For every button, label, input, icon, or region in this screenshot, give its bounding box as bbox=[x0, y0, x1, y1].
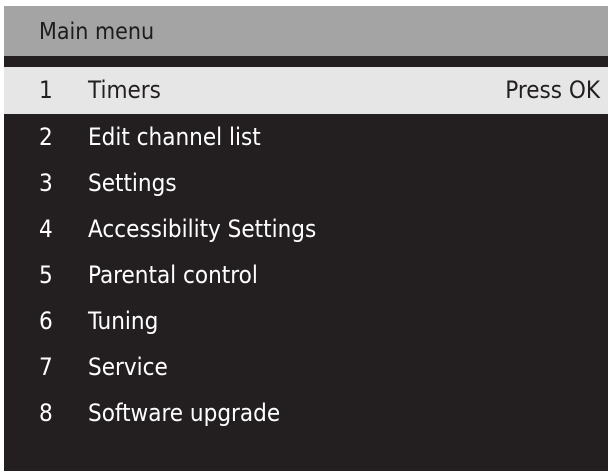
menu-item-label: Tuning bbox=[88, 307, 159, 335]
menu-item-number: 3 bbox=[39, 169, 53, 197]
menu-item-label: Edit channel list bbox=[88, 123, 261, 151]
menu-header: Main menu bbox=[4, 6, 608, 56]
menu-item-software-upgrade[interactable]: 8 Software upgrade bbox=[4, 390, 608, 436]
menu-item-tuning[interactable]: 6 Tuning bbox=[4, 298, 608, 344]
menu-item-number: 2 bbox=[39, 123, 53, 151]
menu-list: 1 Timers Press OK 2 Edit channel list 3 … bbox=[4, 67, 608, 436]
menu-item-number: 1 bbox=[39, 76, 53, 104]
menu-item-accessibility-settings[interactable]: 4 Accessibility Settings bbox=[4, 206, 608, 252]
menu-item-label: Timers bbox=[88, 76, 161, 104]
menu-item-number: 8 bbox=[39, 399, 53, 427]
menu-item-label: Accessibility Settings bbox=[88, 215, 317, 243]
press-ok-hint: Press OK bbox=[505, 76, 600, 104]
menu-item-number: 7 bbox=[39, 353, 53, 381]
main-menu-panel: Main menu 1 Timers Press OK 2 Edit chann… bbox=[4, 6, 608, 471]
menu-item-edit-channel-list[interactable]: 2 Edit channel list bbox=[4, 114, 608, 160]
menu-title: Main menu bbox=[39, 19, 155, 45]
menu-item-number: 4 bbox=[39, 215, 53, 243]
menu-item-timers[interactable]: 1 Timers Press OK bbox=[4, 67, 608, 114]
menu-item-label: Parental control bbox=[88, 261, 258, 289]
menu-item-service[interactable]: 7 Service bbox=[4, 344, 608, 390]
menu-item-number: 6 bbox=[39, 307, 53, 335]
menu-item-label: Settings bbox=[88, 169, 177, 197]
menu-item-settings[interactable]: 3 Settings bbox=[4, 160, 608, 206]
menu-item-label: Software upgrade bbox=[88, 399, 281, 427]
menu-item-parental-control[interactable]: 5 Parental control bbox=[4, 252, 608, 298]
menu-item-label: Service bbox=[88, 353, 168, 381]
menu-item-number: 5 bbox=[39, 261, 53, 289]
